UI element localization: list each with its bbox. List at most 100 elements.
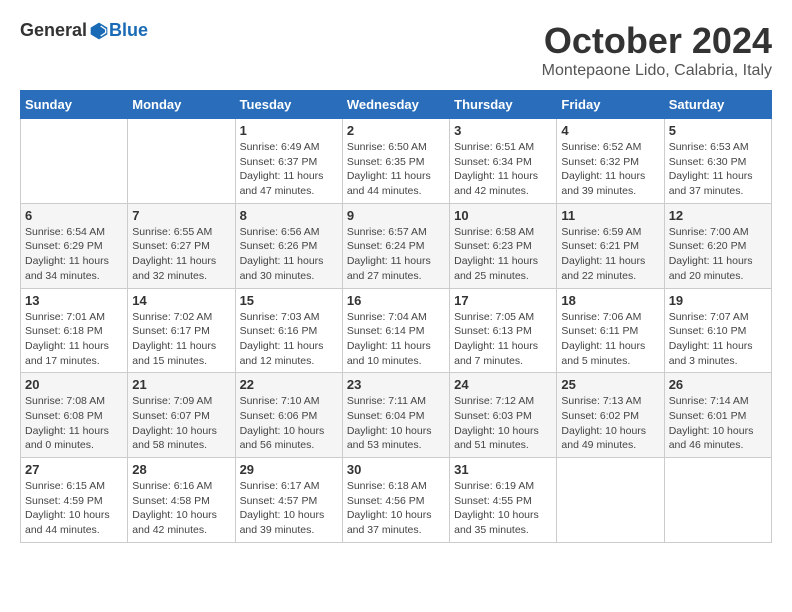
calendar-cell: 15 Sunrise: 7:03 AM Sunset: 6:16 PM Dayli… [235, 288, 342, 373]
month-title: October 2024 [542, 20, 772, 62]
calendar-cell: 10Sunrise: 6:58 AM Sunset: 6:23 PM Dayli… [450, 203, 557, 288]
day-number: 12 [669, 208, 767, 223]
calendar-header-sunday: Sunday [21, 91, 128, 119]
calendar-header-friday: Friday [557, 91, 664, 119]
calendar-cell: 14Sunrise: 7:02 AM Sunset: 6:17 PM Dayli… [128, 288, 235, 373]
day-info: Sunrise: 7:08 AM Sunset: 6:08 PM Dayligh… [25, 394, 123, 453]
logo-general-text: General [20, 20, 87, 41]
calendar-cell: 18 Sunrise: 7:06 AM Sunset: 6:11 PM Dayli… [557, 288, 664, 373]
day-number: 26 [669, 377, 767, 392]
day-number: 11 [561, 208, 659, 223]
calendar-cell: 8Sunrise: 6:56 AM Sunset: 6:26 PM Daylig… [235, 203, 342, 288]
day-info: Sunrise: 7:00 AM Sunset: 6:20 PM Dayligh… [669, 225, 767, 284]
calendar-cell: 17 Sunrise: 7:05 AM Sunset: 6:13 PM Dayli… [450, 288, 557, 373]
calendar-week-row: 27 Sunrise: 6:15 AM Sunset: 4:59 PM Dayli… [21, 458, 772, 543]
day-info: Sunrise: 7:09 AM Sunset: 6:07 PM Dayligh… [132, 394, 230, 453]
day-info: Sunrise: 7:13 AM Sunset: 6:02 PM Dayligh… [561, 394, 659, 453]
day-info: Sunrise: 6:52 AM Sunset: 6:32 PM Dayligh… [561, 140, 659, 199]
page-header: General Blue October 2024 Montepaone Lid… [20, 20, 772, 80]
calendar-header-monday: Monday [128, 91, 235, 119]
day-number: 6 [25, 208, 123, 223]
calendar-header-wednesday: Wednesday [342, 91, 449, 119]
calendar-week-row: 20 Sunrise: 7:08 AM Sunset: 6:08 PM Dayli… [21, 373, 772, 458]
calendar-cell: 24Sunrise: 7:12 AM Sunset: 6:03 PM Dayli… [450, 373, 557, 458]
location-text: Montepaone Lido, Calabria, Italy [542, 62, 772, 80]
day-number: 1 [240, 123, 338, 138]
day-number: 2 [347, 123, 445, 138]
calendar-cell [21, 119, 128, 204]
day-number: 3 [454, 123, 552, 138]
day-info: Sunrise: 7:01 AM Sunset: 6:18 PM Dayligh… [25, 310, 123, 369]
calendar-cell: 25 Sunrise: 7:13 AM Sunset: 6:02 PM Dayli… [557, 373, 664, 458]
day-number: 29 [240, 462, 338, 477]
calendar-cell: 22 Sunrise: 7:10 AM Sunset: 6:06 PM Dayli… [235, 373, 342, 458]
calendar-week-row: 6 Sunrise: 6:54 AM Sunset: 6:29 PM Daylig… [21, 203, 772, 288]
day-info: Sunrise: 7:05 AM Sunset: 6:13 PM Dayligh… [454, 310, 552, 369]
calendar-cell: 16Sunrise: 7:04 AM Sunset: 6:14 PM Dayli… [342, 288, 449, 373]
day-number: 25 [561, 377, 659, 392]
calendar-cell: 3 Sunrise: 6:51 AM Sunset: 6:34 PM Daylig… [450, 119, 557, 204]
day-number: 21 [132, 377, 230, 392]
calendar-table: SundayMondayTuesdayWednesdayThursdayFrid… [20, 90, 772, 543]
calendar-cell: 20 Sunrise: 7:08 AM Sunset: 6:08 PM Dayli… [21, 373, 128, 458]
day-info: Sunrise: 7:11 AM Sunset: 6:04 PM Dayligh… [347, 394, 445, 453]
calendar-cell: 26Sunrise: 7:14 AM Sunset: 6:01 PM Dayli… [664, 373, 771, 458]
calendar-cell: 5Sunrise: 6:53 AM Sunset: 6:30 PM Daylig… [664, 119, 771, 204]
day-info: Sunrise: 6:55 AM Sunset: 6:27 PM Dayligh… [132, 225, 230, 284]
day-info: Sunrise: 7:10 AM Sunset: 6:06 PM Dayligh… [240, 394, 338, 453]
logo-blue-text: Blue [109, 20, 148, 41]
day-info: Sunrise: 6:49 AM Sunset: 6:37 PM Dayligh… [240, 140, 338, 199]
logo-icon [89, 21, 109, 41]
day-info: Sunrise: 6:16 AM Sunset: 4:58 PM Dayligh… [132, 479, 230, 538]
calendar-cell [664, 458, 771, 543]
calendar-cell: 6 Sunrise: 6:54 AM Sunset: 6:29 PM Daylig… [21, 203, 128, 288]
calendar-cell: 31Sunrise: 6:19 AM Sunset: 4:55 PM Dayli… [450, 458, 557, 543]
day-info: Sunrise: 6:53 AM Sunset: 6:30 PM Dayligh… [669, 140, 767, 199]
calendar-cell: 11 Sunrise: 6:59 AM Sunset: 6:21 PM Dayli… [557, 203, 664, 288]
day-number: 30 [347, 462, 445, 477]
calendar-cell: 28 Sunrise: 6:16 AM Sunset: 4:58 PM Dayli… [128, 458, 235, 543]
calendar-header-row: SundayMondayTuesdayWednesdayThursdayFrid… [21, 91, 772, 119]
day-info: Sunrise: 7:06 AM Sunset: 6:11 PM Dayligh… [561, 310, 659, 369]
day-info: Sunrise: 6:18 AM Sunset: 4:56 PM Dayligh… [347, 479, 445, 538]
day-info: Sunrise: 7:03 AM Sunset: 6:16 PM Dayligh… [240, 310, 338, 369]
calendar-cell: 21 Sunrise: 7:09 AM Sunset: 6:07 PM Dayli… [128, 373, 235, 458]
day-number: 15 [240, 293, 338, 308]
day-info: Sunrise: 7:04 AM Sunset: 6:14 PM Dayligh… [347, 310, 445, 369]
day-number: 22 [240, 377, 338, 392]
day-info: Sunrise: 6:51 AM Sunset: 6:34 PM Dayligh… [454, 140, 552, 199]
day-info: Sunrise: 6:59 AM Sunset: 6:21 PM Dayligh… [561, 225, 659, 284]
calendar-cell: 9Sunrise: 6:57 AM Sunset: 6:24 PM Daylig… [342, 203, 449, 288]
calendar-cell: 30 Sunrise: 6:18 AM Sunset: 4:56 PM Dayli… [342, 458, 449, 543]
logo: General Blue [20, 20, 148, 41]
title-block: October 2024 Montepaone Lido, Calabria, … [542, 20, 772, 80]
day-number: 20 [25, 377, 123, 392]
day-info: Sunrise: 7:12 AM Sunset: 6:03 PM Dayligh… [454, 394, 552, 453]
calendar-header-tuesday: Tuesday [235, 91, 342, 119]
day-number: 31 [454, 462, 552, 477]
calendar-cell: 29 Sunrise: 6:17 AM Sunset: 4:57 PM Dayli… [235, 458, 342, 543]
calendar-cell: 23Sunrise: 7:11 AM Sunset: 6:04 PM Dayli… [342, 373, 449, 458]
calendar-cell: 1 Sunrise: 6:49 AM Sunset: 6:37 PM Daylig… [235, 119, 342, 204]
day-info: Sunrise: 6:56 AM Sunset: 6:26 PM Dayligh… [240, 225, 338, 284]
day-info: Sunrise: 7:02 AM Sunset: 6:17 PM Dayligh… [132, 310, 230, 369]
day-number: 27 [25, 462, 123, 477]
day-number: 9 [347, 208, 445, 223]
day-info: Sunrise: 6:54 AM Sunset: 6:29 PM Dayligh… [25, 225, 123, 284]
calendar-header-saturday: Saturday [664, 91, 771, 119]
day-number: 18 [561, 293, 659, 308]
day-info: Sunrise: 7:07 AM Sunset: 6:10 PM Dayligh… [669, 310, 767, 369]
calendar-cell: 19 Sunrise: 7:07 AM Sunset: 6:10 PM Dayli… [664, 288, 771, 373]
day-number: 13 [25, 293, 123, 308]
calendar-cell: 12 Sunrise: 7:00 AM Sunset: 6:20 PM Dayli… [664, 203, 771, 288]
day-info: Sunrise: 6:50 AM Sunset: 6:35 PM Dayligh… [347, 140, 445, 199]
day-info: Sunrise: 6:15 AM Sunset: 4:59 PM Dayligh… [25, 479, 123, 538]
day-number: 28 [132, 462, 230, 477]
day-number: 4 [561, 123, 659, 138]
day-number: 19 [669, 293, 767, 308]
calendar-cell: 27 Sunrise: 6:15 AM Sunset: 4:59 PM Dayli… [21, 458, 128, 543]
day-info: Sunrise: 6:17 AM Sunset: 4:57 PM Dayligh… [240, 479, 338, 538]
calendar-cell: 7Sunrise: 6:55 AM Sunset: 6:27 PM Daylig… [128, 203, 235, 288]
calendar-week-row: 1 Sunrise: 6:49 AM Sunset: 6:37 PM Daylig… [21, 119, 772, 204]
day-number: 17 [454, 293, 552, 308]
